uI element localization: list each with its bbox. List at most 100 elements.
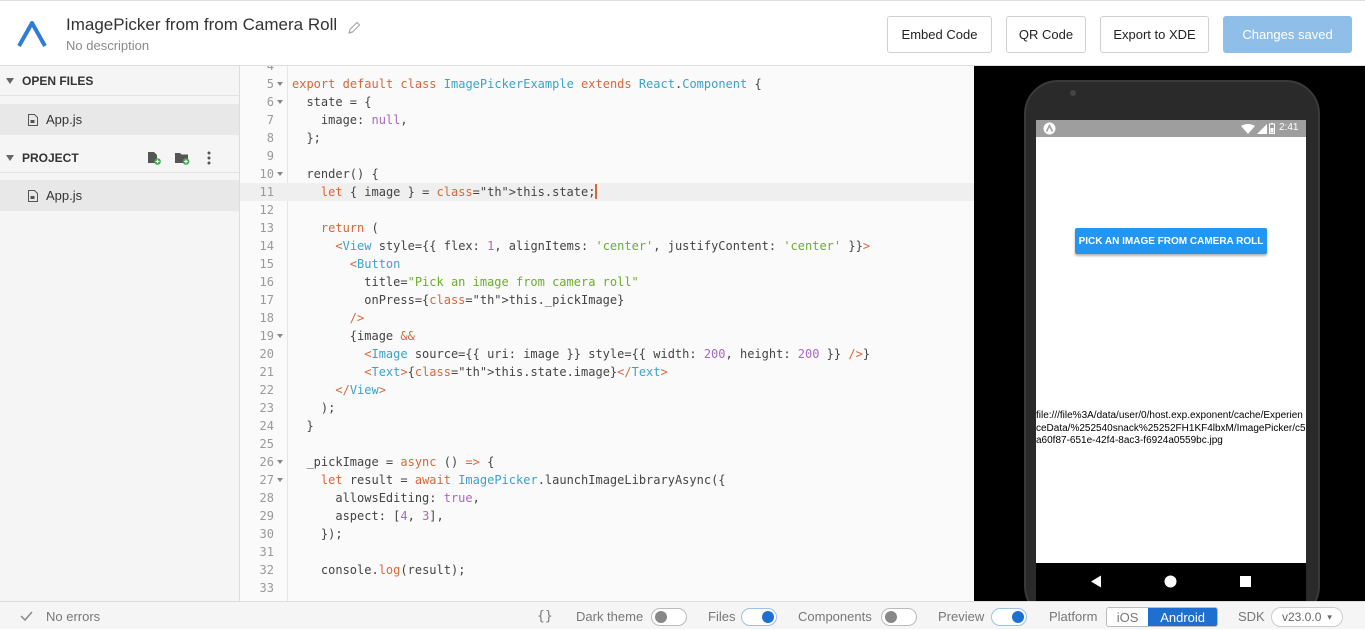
code-text[interactable]: export default class ImagePickerExample … (292, 75, 762, 93)
phone-screen[interactable]: 2:41 PICK AN IMAGE FROM CAMERA ROLL file… (1036, 120, 1306, 563)
collapse-triangle-icon[interactable] (6, 154, 14, 161)
wifi-icon (1241, 124, 1255, 134)
code-text[interactable]: render() { (292, 165, 378, 183)
code-line[interactable]: 28 allowsEditing: true, (240, 489, 974, 507)
home-icon[interactable] (1164, 575, 1177, 588)
code-line[interactable]: 10 render() { (240, 165, 974, 183)
files-toggle[interactable] (741, 608, 777, 626)
code-line[interactable]: 21 <Text>{class="th">this.state.image}</… (240, 363, 974, 381)
sdk-version-select[interactable]: v23.0.0 ▾ (1271, 607, 1343, 627)
code-text[interactable]: state = { (292, 93, 371, 111)
fold-arrow-icon[interactable] (277, 334, 283, 338)
code-text[interactable]: aspect: [4, 3], (292, 507, 443, 525)
code-text[interactable]: {image && (292, 327, 415, 345)
code-text[interactable]: onPress={class="th">this._pickImage} (292, 291, 624, 309)
collapse-triangle-icon[interactable] (6, 77, 14, 84)
more-options-icon[interactable] (203, 151, 215, 165)
fold-arrow-icon[interactable] (277, 100, 283, 104)
code-text[interactable]: <Image source={{ uri: image }} style={{ … (292, 345, 870, 363)
code-text[interactable]: allowsEditing: true, (292, 489, 480, 507)
code-line[interactable]: 4 (240, 66, 974, 75)
code-text[interactable]: let { image } = class="th">this.state; (292, 183, 598, 201)
code-text[interactable]: _pickImage = async () => { (292, 453, 494, 471)
qr-code-button[interactable]: QR Code (1006, 16, 1086, 53)
fold-arrow-icon[interactable] (277, 478, 283, 482)
code-line[interactable]: 13 return ( (240, 219, 974, 237)
code-text[interactable]: }; (292, 129, 320, 147)
code-text[interactable]: let result = await ImagePicker.launchIma… (292, 471, 726, 489)
code-line[interactable]: 6 state = { (240, 93, 974, 111)
preview-toggle[interactable] (991, 608, 1027, 626)
code-line[interactable]: 24 } (240, 417, 974, 435)
open-files-header[interactable]: OPEN FILES (0, 66, 240, 96)
line-number: 12 (259, 203, 274, 217)
code-line[interactable]: 14 <View style={{ flex: 1, alignItems: '… (240, 237, 974, 255)
code-text[interactable]: }); (292, 525, 343, 543)
signal-icon (1257, 124, 1267, 134)
code-editor[interactable]: 4 5 export default class ImagePickerExampl… (240, 66, 974, 601)
code-line[interactable]: 15 <Button (240, 255, 974, 273)
code-line[interactable]: 29 aspect: [4, 3], (240, 507, 974, 525)
code-line[interactable]: 19 {image && (240, 327, 974, 345)
code-text[interactable]: return ( (292, 219, 379, 237)
platform-android-option[interactable]: Android (1148, 608, 1217, 626)
new-file-icon[interactable] (147, 151, 161, 165)
fold-arrow-icon[interactable] (277, 172, 283, 176)
fold-arrow-icon[interactable] (277, 82, 283, 86)
dark-theme-toggle[interactable] (651, 608, 687, 626)
platform-ios-option[interactable]: iOS (1107, 608, 1149, 626)
code-text[interactable]: ); (292, 399, 335, 417)
changes-saved-button[interactable]: Changes saved (1223, 16, 1352, 53)
code-line[interactable]: 23 ); (240, 399, 974, 417)
code-line[interactable]: 27 let result = await ImagePicker.launch… (240, 471, 974, 489)
code-line[interactable]: 12 (240, 201, 974, 219)
project-title[interactable]: ImagePicker from from Camera Roll (66, 15, 337, 35)
code-text[interactable]: } (292, 417, 313, 435)
code-line[interactable]: 17 onPress={class="th">this._pickImage} (240, 291, 974, 309)
toggle-knob (762, 611, 774, 623)
new-folder-icon[interactable] (174, 151, 190, 165)
code-line[interactable]: 9 (240, 147, 974, 165)
code-line[interactable]: 30 }); (240, 525, 974, 543)
prettify-braces-icon[interactable]: {} (537, 602, 553, 630)
code-text[interactable]: /> (292, 309, 364, 327)
code-line[interactable]: 8 }; (240, 129, 974, 147)
code-line[interactable]: 25 (240, 435, 974, 453)
code-line[interactable]: 18 /> (240, 309, 974, 327)
project-description[interactable]: No description (66, 38, 149, 53)
recents-icon[interactable] (1240, 576, 1251, 587)
components-toggle[interactable] (881, 608, 917, 626)
code-line[interactable]: 20 <Image source={{ uri: image }} style=… (240, 345, 974, 363)
errors-status[interactable]: No errors (20, 602, 100, 630)
code-text[interactable]: image: null, (292, 111, 408, 129)
line-number: 9 (266, 149, 274, 163)
toggle-knob (1012, 611, 1024, 623)
sdk-version-value: v23.0.0 (1282, 610, 1322, 624)
edit-pencil-icon[interactable] (346, 20, 362, 36)
code-line[interactable]: 33 (240, 579, 974, 597)
code-text[interactable]: </View> (292, 381, 386, 399)
code-text[interactable]: <Button (292, 255, 401, 273)
back-icon[interactable] (1090, 575, 1102, 588)
code-line[interactable]: 22 </View> (240, 381, 974, 399)
line-number: 24 (259, 419, 274, 433)
code-text[interactable]: <View style={{ flex: 1, alignItems: 'cen… (292, 237, 870, 255)
code-text[interactable]: <Text>{class="th">this.state.image}</Tex… (292, 363, 668, 381)
code-line[interactable]: 11 let { image } = class="th">this.state… (240, 183, 974, 201)
fold-arrow-icon[interactable] (277, 460, 283, 464)
code-line[interactable]: 32 console.log(result); (240, 561, 974, 579)
line-number: 33 (259, 581, 274, 595)
code-line[interactable]: 16 title="Pick an image from camera roll… (240, 273, 974, 291)
code-line[interactable]: 5 export default class ImagePickerExample… (240, 75, 974, 93)
pick-image-button[interactable]: PICK AN IMAGE FROM CAMERA ROLL (1075, 228, 1267, 254)
export-to-xde-button[interactable]: Export to XDE (1100, 16, 1209, 53)
code-line[interactable]: 7 image: null, (240, 111, 974, 129)
expo-logo-icon[interactable] (16, 19, 48, 49)
project-file-item-app-js[interactable]: App.js (0, 180, 239, 211)
embed-code-button[interactable]: Embed Code (887, 16, 992, 53)
code-line[interactable]: 26 _pickImage = async () => { (240, 453, 974, 471)
code-text[interactable]: title="Pick an image from camera roll" (292, 273, 639, 291)
open-file-item-app-js[interactable]: App.js (0, 104, 239, 135)
code-line[interactable]: 31 (240, 543, 974, 561)
code-text[interactable]: console.log(result); (292, 561, 466, 579)
